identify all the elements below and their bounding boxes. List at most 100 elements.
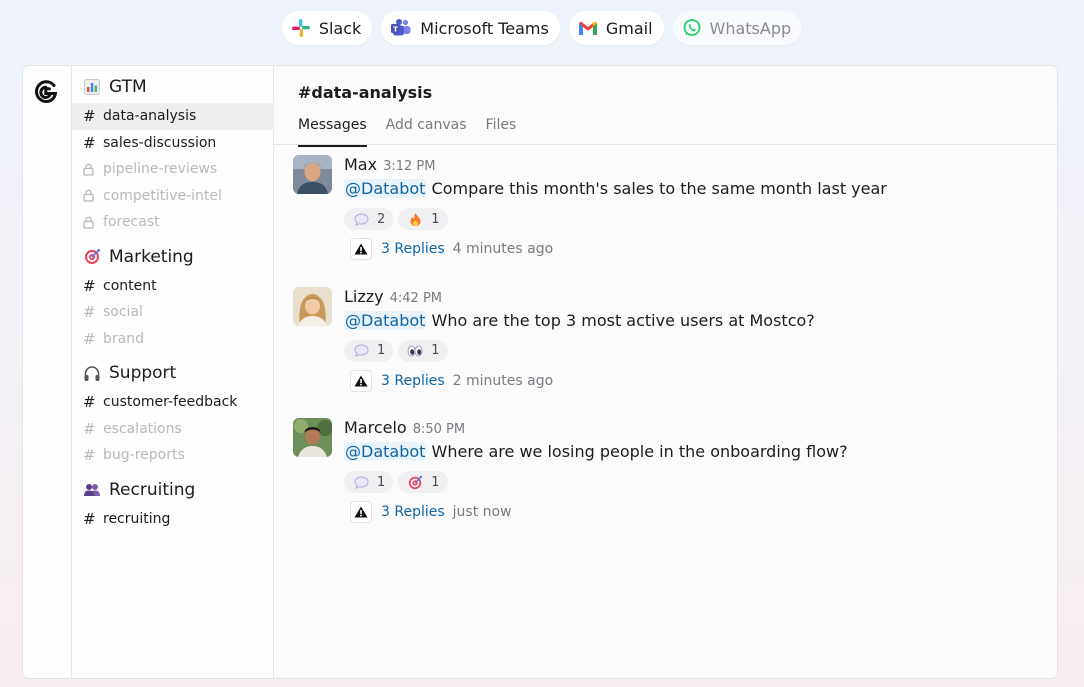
message-text: @Databot Where are we losing people in t… xyxy=(344,442,1057,466)
section-header-recruiting[interactable]: Recruiting xyxy=(72,478,273,502)
message-time: 4:42 PM xyxy=(389,290,443,306)
headphones-icon xyxy=(83,364,101,382)
sidebar-item-data-analysis[interactable]: # data-analysis xyxy=(72,103,273,130)
channel-label: sales-discussion xyxy=(103,134,217,151)
channel-label: data-analysis xyxy=(103,108,197,125)
reaction-speech-bubble[interactable]: 1 xyxy=(344,339,394,362)
sidebar-item-recruiting[interactable]: # recruiting xyxy=(72,506,273,533)
sidebar-item-bug-reports[interactable]: # bug-reports xyxy=(72,442,273,469)
sidebar-group-recruiting: Recruiting # recruiting xyxy=(72,478,273,533)
thread-replies-link[interactable]: 3 Replies xyxy=(381,373,445,389)
thread-replies-link[interactable]: 3 Replies xyxy=(381,504,445,520)
gmail-pill[interactable]: Gmail xyxy=(568,11,664,45)
sidebar-group-support: Support # customer-feedback # escalation… xyxy=(72,361,273,469)
target-icon xyxy=(407,474,423,490)
sidebar-group-gtm: GTM # data-analysis # sales-discussion p… xyxy=(72,75,273,236)
bar-chart-icon xyxy=(83,78,101,96)
reaction-count: 1 xyxy=(377,343,386,358)
main-panel: #data-analysis Messages Add canvas Files xyxy=(274,66,1057,678)
section-header-support[interactable]: Support xyxy=(72,361,273,385)
databot-avatar-icon xyxy=(350,369,372,392)
hash-icon: # xyxy=(83,303,96,322)
channel-label: recruiting xyxy=(103,510,171,527)
channel-label: social xyxy=(103,304,143,321)
sidebar-item-content[interactable]: # content xyxy=(72,273,273,300)
speech-bubble-icon xyxy=(353,343,369,359)
sidebar-item-social[interactable]: # social xyxy=(72,299,273,326)
section-title: Marketing xyxy=(109,246,194,267)
avatar[interactable] xyxy=(293,418,332,457)
message-body: Who are the top 3 most active users at M… xyxy=(431,310,815,330)
svg-text:T: T xyxy=(393,25,398,33)
target-icon xyxy=(83,248,101,266)
integration-pills: Slack T Microsoft Teams Gmail WhatsApp xyxy=(0,11,1084,45)
hash-icon: # xyxy=(83,509,96,528)
speech-bubble-icon xyxy=(353,211,369,227)
sidebar-item-brand[interactable]: # brand xyxy=(72,326,273,353)
message-author[interactable]: Lizzy xyxy=(344,287,384,306)
teams-label: Microsoft Teams xyxy=(420,18,549,38)
people-icon xyxy=(83,481,101,499)
sidebar-item-pipeline-reviews[interactable]: pipeline-reviews xyxy=(72,156,273,183)
message-body: Compare this month's sales to the same m… xyxy=(431,179,887,198)
channel-label: customer-feedback xyxy=(103,394,238,411)
reaction-target[interactable]: 1 xyxy=(398,471,448,493)
avatar[interactable] xyxy=(293,286,332,326)
whatsapp-pill[interactable]: WhatsApp xyxy=(672,11,803,45)
section-header-marketing[interactable]: Marketing xyxy=(72,245,273,269)
channel-label: pipeline-reviews xyxy=(103,161,218,178)
reaction-count: 1 xyxy=(431,343,440,358)
tab-add-canvas[interactable]: Add canvas xyxy=(386,117,467,147)
hash-icon: # xyxy=(83,446,96,465)
channel-label: forecast xyxy=(103,214,160,231)
message-item: Lizzy 4:42 PM @Databot Who are the top 3… xyxy=(293,286,1057,419)
avatar[interactable] xyxy=(293,155,332,194)
channel-label: content xyxy=(103,277,157,294)
slack-label: Slack xyxy=(318,18,362,38)
thread-last-reply-time: 2 minutes ago xyxy=(452,372,554,389)
reaction-count: 2 xyxy=(377,211,386,227)
reaction-speech-bubble[interactable]: 1 xyxy=(344,471,394,493)
section-header-gtm[interactable]: GTM xyxy=(72,75,273,99)
reaction-eyes[interactable]: 1 xyxy=(398,339,448,362)
message-body: Where are we losing people in the onboar… xyxy=(431,442,848,461)
section-title: Support xyxy=(109,363,177,383)
gmail-label: Gmail xyxy=(605,18,653,38)
message-text: @Databot Compare this month's sales to t… xyxy=(344,179,1057,203)
tab-messages[interactable]: Messages xyxy=(298,117,367,147)
databot-avatar-icon xyxy=(350,501,372,523)
message-time: 3:12 PM xyxy=(383,159,436,174)
reaction-fire[interactable]: 1 xyxy=(398,208,448,230)
sidebar-item-customer-feedback[interactable]: # customer-feedback xyxy=(72,389,273,416)
mention-link[interactable]: @Databot xyxy=(344,310,427,330)
mention-link[interactable]: @Databot xyxy=(344,179,427,198)
mention-link[interactable]: @Databot xyxy=(344,442,427,461)
tab-files[interactable]: Files xyxy=(486,117,517,147)
sidebar-item-forecast[interactable]: forecast xyxy=(72,209,273,236)
whatsapp-icon xyxy=(682,18,702,38)
message-list: Max 3:12 PM @Databot Compare this month'… xyxy=(293,155,1057,550)
reaction-count: 1 xyxy=(431,211,440,227)
message-item: Max 3:12 PM @Databot Compare this month'… xyxy=(293,155,1057,287)
message-author[interactable]: Max xyxy=(344,155,377,174)
sidebar-item-escalations[interactable]: # escalations xyxy=(72,416,273,443)
teams-pill[interactable]: T Microsoft Teams xyxy=(381,11,560,45)
databot-avatar-icon xyxy=(350,238,372,260)
slack-pill[interactable]: Slack xyxy=(281,11,373,45)
app-logo-icon[interactable] xyxy=(33,79,59,109)
sidebar-item-competitive-intel[interactable]: competitive-intel xyxy=(72,183,273,210)
whatsapp-label: WhatsApp xyxy=(709,18,792,38)
channel-label: bug-reports xyxy=(103,447,185,464)
channel-label: brand xyxy=(103,330,144,347)
thread-last-reply-time: just now xyxy=(452,504,512,520)
message-item: Marcelo 8:50 PM @Databot Where are we lo… xyxy=(293,418,1057,550)
hash-icon: # xyxy=(83,393,96,412)
sidebar-item-sales-discussion[interactable]: # sales-discussion xyxy=(72,130,273,157)
reaction-speech-bubble[interactable]: 2 xyxy=(344,208,394,230)
section-title: GTM xyxy=(109,77,147,97)
thread-replies-link[interactable]: 3 Replies xyxy=(381,241,445,257)
message-author[interactable]: Marcelo xyxy=(344,418,407,437)
gmail-icon xyxy=(578,20,598,36)
sidebar-group-marketing: Marketing # content # social # brand xyxy=(72,245,273,353)
hash-icon: # xyxy=(83,276,96,295)
